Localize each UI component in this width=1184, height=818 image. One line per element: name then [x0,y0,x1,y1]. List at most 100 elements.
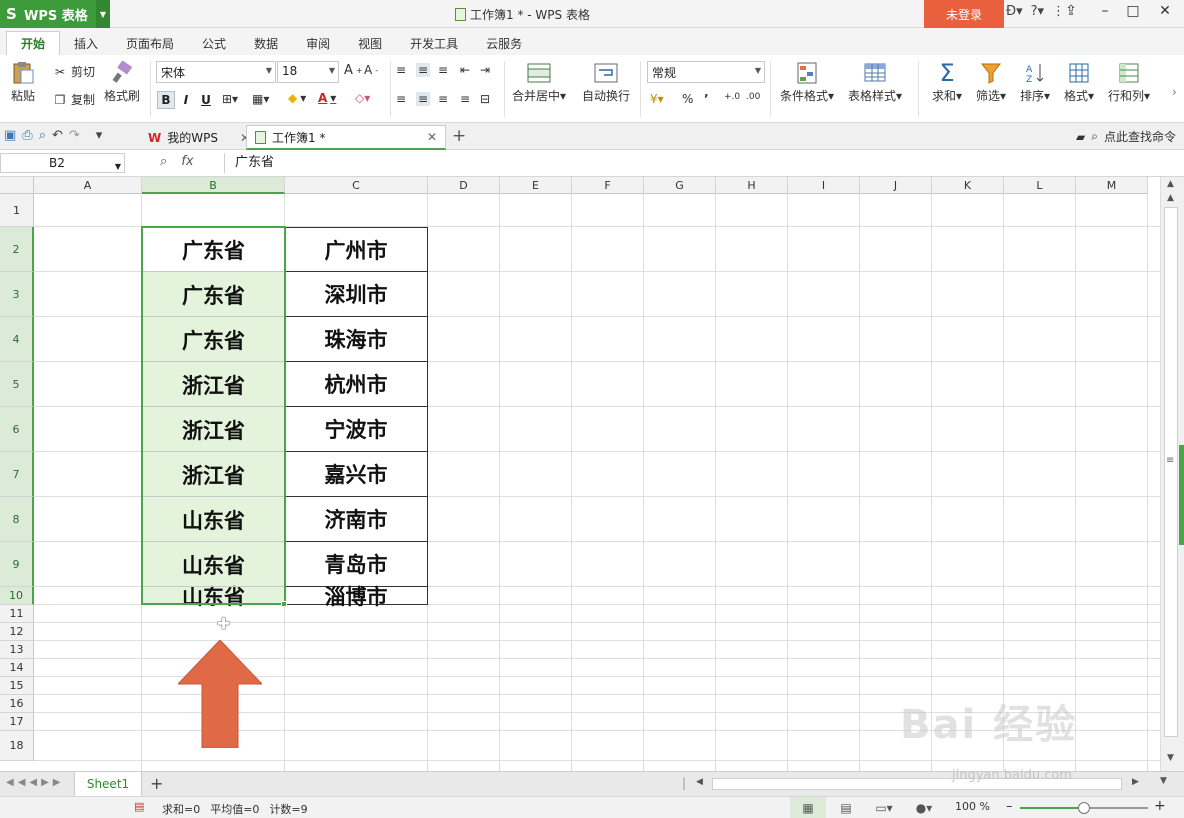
cell-c8[interactable]: 济南市 [285,497,428,542]
zoom-out-icon[interactable]: – [1006,799,1013,814]
row-header-15[interactable]: 15 [0,677,34,695]
cell-b3[interactable]: 广东省 [142,272,285,317]
italic-button[interactable]: I [177,91,195,109]
login-button[interactable]: 未登录 [924,0,1004,28]
table-style-button[interactable]: 表格样式▾ [848,61,902,104]
wrap-text-button[interactable]: 自动换行 [582,61,630,104]
cell-b10[interactable]: 山东省 [142,584,285,609]
row-header-11[interactable]: 11 [0,605,34,623]
font-name-select[interactable]: 宋体 ▼ [156,61,276,83]
sum-button[interactable]: Σ 求和▾ [932,61,962,104]
grow-font-icon[interactable]: A + [344,63,363,78]
indent-increase-icon[interactable]: ⇥ [480,63,490,77]
align-top-icon[interactable]: ≡ [396,63,406,77]
select-all-corner[interactable] [0,177,34,194]
doc-tab-my-wps[interactable]: W 我的WPS ✕ [140,125,258,150]
tab-review[interactable]: 审阅 [292,31,344,55]
cell-fill-pattern-icon[interactable]: ▦▾ [252,92,269,106]
cell-c6[interactable]: 宁波市 [285,407,428,452]
vertical-scrollbar[interactable]: ▲ ▲ ≡ ▼ [1160,177,1184,771]
shrink-font-icon[interactable]: A- [364,63,378,77]
maximize-button[interactable]: □ [1122,3,1144,19]
row-header-4[interactable]: 4 [0,317,34,362]
scroll-down-icon[interactable]: ▼ [1160,776,1167,786]
tab-view[interactable]: 视图 [344,31,396,55]
bold-button[interactable]: B [157,91,175,109]
new-tab-plus-icon[interactable]: + [452,126,466,146]
indent-decrease-icon[interactable]: ⇤ [460,63,470,77]
formula-input[interactable]: 广东省 [224,153,1180,173]
row-col-button[interactable]: 行和列▾ [1108,61,1150,104]
name-box[interactable]: B2 ▼ [0,153,125,173]
column-header-g[interactable]: G [644,177,716,194]
cell-c7[interactable]: 嘉兴市 [285,452,428,497]
merge-center-button[interactable]: 合并居中▾ [512,61,566,104]
chevron-down-icon[interactable]: ▼ [115,158,121,176]
cut-button[interactable]: ✂ 剪切 [52,63,95,80]
scroll-up-icon[interactable]: ▲ [1167,179,1174,189]
row-header-10[interactable]: 10 [0,587,34,605]
row-header-2[interactable]: 2 [0,227,34,272]
app-menu-button[interactable]: S WPS 表格 ▼ [0,0,110,28]
row-header-3[interactable]: 3 [0,272,34,317]
close-tab-icon[interactable]: ✕ [427,130,437,144]
copy-button[interactable]: ❐ 复制 [52,91,95,108]
row-header-6[interactable]: 6 [0,407,34,452]
column-header-j[interactable]: J [860,177,932,194]
sort-button[interactable]: AZ 排序▾ [1020,61,1050,104]
scroll-top-icon[interactable]: ▲ [1167,193,1174,203]
minimize-button[interactable]: – [1094,3,1116,19]
row-header-8[interactable]: 8 [0,497,34,542]
row-header-13[interactable]: 13 [0,641,34,659]
distribute-icon[interactable]: ⊟ [480,92,490,106]
macro-record-icon[interactable]: ▤ [134,800,144,813]
row-header-14[interactable]: 14 [0,659,34,677]
column-header-e[interactable]: E [500,177,572,194]
print-icon[interactable]: ⎙ [22,128,32,143]
row-header-1[interactable]: 1 [0,194,34,227]
side-panel-toggle[interactable] [1179,445,1184,545]
close-button[interactable]: ✕ [1154,3,1176,19]
save-icon[interactable]: ▣ [4,128,16,143]
help-icon[interactable]: ?▾ [1031,4,1044,19]
eye-protection-icon[interactable]: ●▾ [906,797,942,818]
clear-format-icon[interactable]: ◇▾ [355,91,370,105]
row-header-18[interactable]: 18 [0,731,34,761]
align-middle-icon[interactable]: ≡ [416,63,431,77]
column-header-d[interactable]: D [428,177,500,194]
zoom-slider[interactable] [1020,802,1148,814]
scroll-right-icon[interactable]: ▶ [1132,777,1139,787]
zoom-in-icon[interactable]: + [1154,798,1166,814]
tab-developer[interactable]: 开发工具 [396,31,472,55]
cell-b7[interactable]: 浙江省 [142,452,285,497]
fill-handle[interactable] [281,601,287,607]
column-header-k[interactable]: K [932,177,1004,194]
scroll-left-icon[interactable]: ◀ [696,777,703,787]
format-painter-button[interactable]: 格式刷 [104,61,140,104]
doc-tab-workbook[interactable]: 工作簿1 * ✕ [246,125,446,150]
row-header-5[interactable]: 5 [0,362,34,407]
fx-icon[interactable]: fx [181,154,193,169]
fill-color-icon[interactable]: ◆ ▾ [288,91,306,105]
print-preview-icon[interactable]: ⌕ [39,128,46,143]
align-center-icon[interactable]: ≡ [416,92,431,106]
normal-view-icon[interactable]: ▦ [790,797,826,818]
tab-cloud[interactable]: 云服务 [472,31,536,55]
row-header-17[interactable]: 17 [0,713,34,731]
cell-b8[interactable]: 山东省 [142,497,285,542]
row-header-12[interactable]: 12 [0,623,34,641]
font-size-select[interactable]: 18 ▼ [277,61,339,83]
column-header-c[interactable]: C [285,177,428,194]
cell-c3[interactable]: 深圳市 [285,272,428,317]
undo-icon[interactable]: ↶ [52,128,63,143]
zoom-level[interactable]: 100 % [955,800,990,813]
row-header-7[interactable]: 7 [0,452,34,497]
cell-c2[interactable]: 广州市 [285,227,428,272]
page-break-view-icon[interactable]: ▤ [828,797,864,818]
column-header-l[interactable]: L [1004,177,1076,194]
vertical-scroll-thumb[interactable] [1164,207,1178,737]
chevron-down-icon[interactable]: ▼ [96,0,110,28]
zoom-slider-knob[interactable] [1078,802,1090,814]
tab-home[interactable]: 开始 [6,31,61,55]
cell-c5[interactable]: 杭州市 [285,362,428,407]
